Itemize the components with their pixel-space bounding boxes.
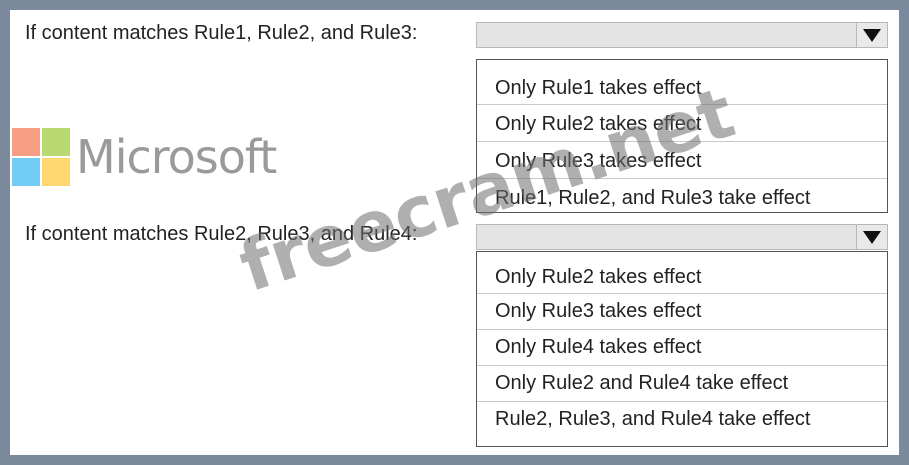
- dropdown-arrow-button[interactable]: [856, 23, 887, 47]
- question-1-label: If content matches Rule1, Rule2, and Rul…: [25, 22, 418, 44]
- option-item[interactable]: Only Rule1 takes effect: [477, 60, 887, 105]
- question-2-dropdown[interactable]: [476, 224, 888, 250]
- dropdown-arrow-button[interactable]: [856, 225, 887, 249]
- option-item[interactable]: Only Rule3 takes effect: [477, 294, 887, 330]
- microsoft-logo-icon: [12, 128, 70, 186]
- question-1-options: Only Rule1 takes effect Only Rule2 takes…: [476, 59, 888, 213]
- triangle-down-icon: [863, 230, 881, 244]
- option-item[interactable]: Rule1, Rule2, and Rule3 take effect: [477, 179, 887, 215]
- option-item[interactable]: Only Rule2 takes effect: [477, 252, 887, 294]
- option-item[interactable]: Only Rule3 takes effect: [477, 142, 887, 179]
- question-panel: If content matches Rule1, Rule2, and Rul…: [10, 10, 899, 455]
- option-item[interactable]: Only Rule2 takes effect: [477, 105, 887, 142]
- triangle-down-icon: [863, 28, 881, 42]
- question-2-label: If content matches Rule2, Rule3, and Rul…: [25, 223, 418, 245]
- question-2-options: Only Rule2 takes effect Only Rule3 takes…: [476, 251, 888, 447]
- microsoft-watermark: Microsoft: [12, 128, 277, 186]
- microsoft-wordmark: Microsoft: [76, 130, 277, 184]
- question-1-dropdown[interactable]: [476, 22, 888, 48]
- option-item[interactable]: Only Rule2 and Rule4 take effect: [477, 366, 887, 402]
- option-item[interactable]: Only Rule4 takes effect: [477, 330, 887, 366]
- option-item[interactable]: Rule2, Rule3, and Rule4 take effect: [477, 402, 887, 437]
